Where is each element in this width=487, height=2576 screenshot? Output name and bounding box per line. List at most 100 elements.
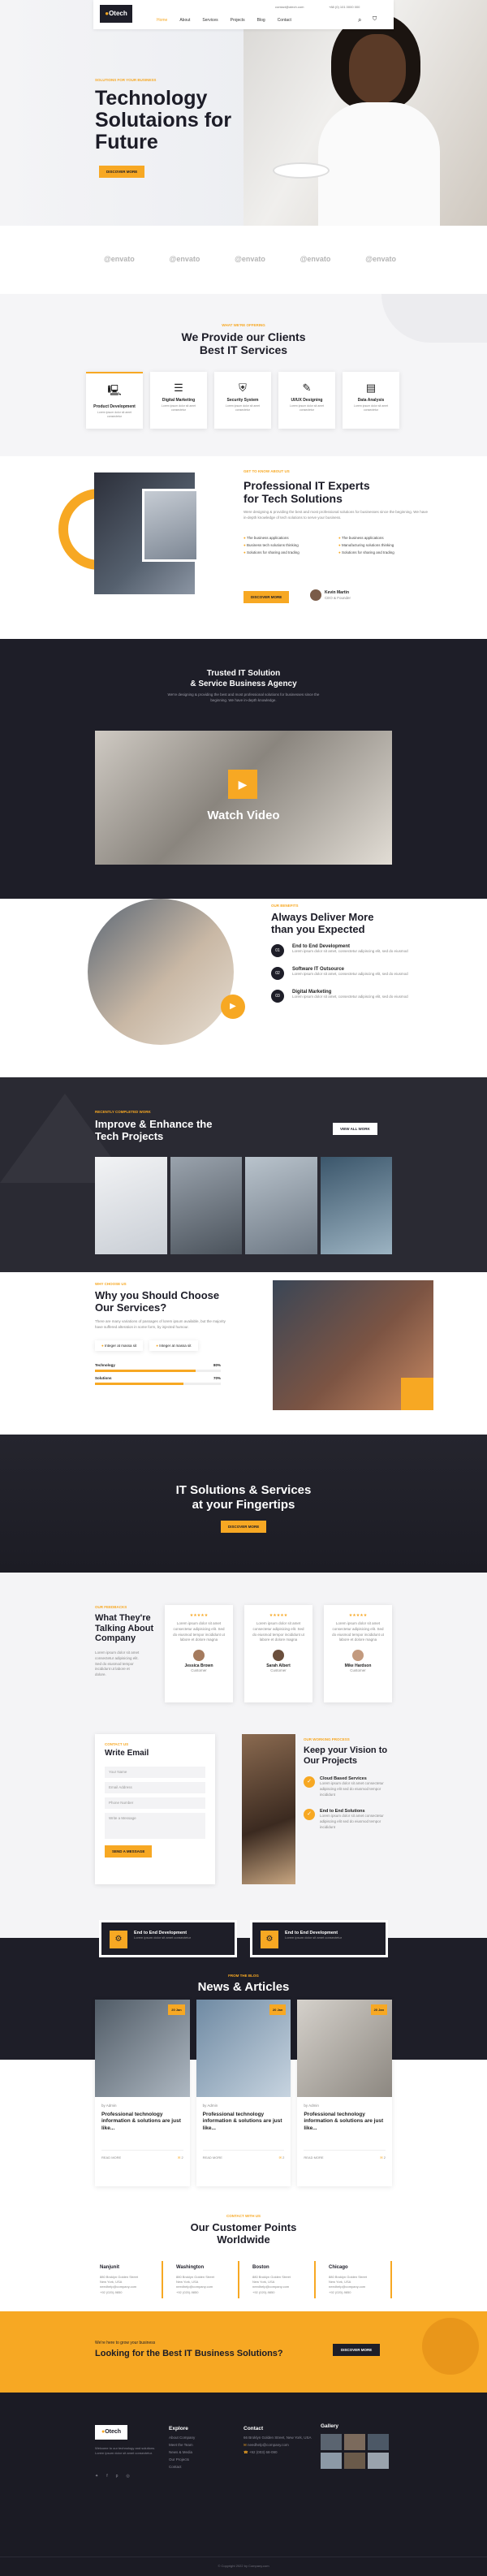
news-card[interactable]: 20 Jan by Admin Professional technology … [95, 2000, 190, 2186]
comment-icon: ✉ [380, 2155, 383, 2160]
star-rating: ★★★★★ [269, 1613, 288, 1618]
service-card[interactable]: ✎ UI/UX Designing Lorem ipsum dolor sit … [278, 372, 335, 429]
nav-email[interactable]: contact@otech.com [275, 5, 304, 9]
experts-cta-button[interactable]: DISCOVER MORE [244, 591, 290, 603]
banner-button[interactable]: DISCOVER MORE [333, 2344, 381, 2356]
nav-blog[interactable]: Blog [257, 18, 265, 23]
twitter-icon[interactable]: ✦ [95, 2474, 98, 2479]
read-more-link[interactable]: READ MORE [101, 2155, 121, 2160]
check-icon: ✓ [304, 1776, 315, 1788]
offices: Nanjunit 880 Broklyn Golden Street New Yo… [95, 2261, 392, 2299]
name-field[interactable]: Your Name [105, 1766, 205, 1778]
service-card[interactable]: ☰ Digital Marketing Lorem ipsum dolor si… [150, 372, 207, 429]
services-grid: 🖳 Product Development Lorem ipsum dolor … [86, 372, 401, 429]
check-icon: ● [244, 550, 246, 554]
email-field[interactable]: Email Address [105, 1781, 205, 1793]
nav-phone[interactable]: +88 (0) 101 0000 000 [329, 5, 360, 9]
service-card[interactable]: ▤ Data Analysis Lorem ipsum dolor sit am… [343, 372, 399, 429]
feature-card[interactable]: ⚙ End to End Development Lorem ipsum dolo… [250, 1920, 388, 1957]
gallery-thumb[interactable] [344, 2453, 365, 2469]
check-icon: ● [156, 1344, 158, 1348]
contact-form: CONTACT US Write Email Your Name Email A… [95, 1734, 215, 1884]
search-icon[interactable]: ⌕ [358, 16, 361, 24]
service-card[interactable]: ⛨ Security System Lorem ipsum dolor sit … [214, 372, 271, 429]
logo[interactable]: ●Otech [100, 5, 132, 23]
nav-contact[interactable]: Contact [278, 18, 291, 23]
cta-band-button[interactable]: DISCOVER MORE [221, 1521, 267, 1533]
footer-link[interactable]: Contact [169, 2463, 195, 2470]
news-card[interactable]: 20 Jan by Admin Professional technology … [297, 2000, 393, 2186]
view-all-work-button[interactable]: VIEW ALL WORK [333, 1123, 377, 1135]
deliver-title: Always Deliver More than you Expected [271, 911, 374, 935]
office-card: Nanjunit 880 Broklyn Golden Street New Yo… [95, 2261, 163, 2299]
footer-link[interactable]: Meet the Team [169, 2441, 195, 2449]
gallery-thumb[interactable] [321, 2453, 342, 2469]
gallery-thumb[interactable] [321, 2434, 342, 2450]
gallery-thumb[interactable] [368, 2434, 389, 2450]
feature-card[interactable]: ⚙ End to End Development Lorem ipsum dolo… [99, 1920, 237, 1957]
hero-section: ●Otech Home About Services Projects Blog… [0, 0, 487, 226]
nav-services[interactable]: Services [202, 18, 218, 23]
instagram-icon[interactable]: ◎ [126, 2474, 129, 2479]
copyright: © Copyright 2022 by Company.com [0, 2557, 487, 2568]
nav-about[interactable]: About [179, 18, 190, 23]
services-title: We Provide our Clients Best IT Services [181, 330, 306, 357]
nav-home[interactable]: Home [157, 18, 167, 23]
banner-small-text: We're here to grow your business [95, 2341, 156, 2345]
check-icon: ● [338, 536, 341, 540]
footer-logo[interactable]: ●Otech [95, 2425, 127, 2440]
footer-link[interactable]: News & Media [169, 2449, 195, 2456]
nav-projects[interactable]: Projects [231, 18, 245, 23]
video-thumbnail[interactable]: ▶ Watch Video [95, 731, 392, 865]
gallery-thumb[interactable] [344, 2434, 365, 2450]
pinterest-icon[interactable]: p [116, 2474, 119, 2479]
why-title: Why you Should Choose Our Services? [95, 1289, 220, 1314]
news-cards: 20 Jan by Admin Professional technology … [95, 2000, 393, 2186]
cta-band-section: IT Solutions & Services at your Fingertip… [0, 1435, 487, 1573]
read-more-link[interactable]: READ MORE [304, 2155, 323, 2160]
phone-field[interactable]: Phone Number [105, 1797, 205, 1809]
news-title: News & Articles [197, 1980, 290, 1994]
comment-icon: ✉ [177, 2155, 181, 2160]
experts-person-name: Kevin Martin [325, 590, 350, 595]
why-tag: WHY CHOOSE US [95, 1282, 127, 1286]
feature-cards-section: ⚙ End to End Development Lorem ipsum dolo… [0, 1914, 487, 1962]
cart-icon[interactable]: ⛉ [373, 16, 377, 23]
avatar [273, 1650, 284, 1661]
check-icon: ✓ [304, 1809, 315, 1821]
project-image[interactable] [170, 1157, 242, 1254]
play-button[interactable]: ▶ [221, 995, 245, 1019]
experts-photo-inset [142, 489, 199, 562]
marketing-icon: ☰ [174, 382, 183, 394]
send-message-button[interactable]: SEND A MESSAGE [105, 1845, 153, 1858]
footer-link[interactable]: Our Projects [169, 2456, 195, 2463]
gallery-thumb[interactable] [368, 2453, 389, 2469]
video-section: Trusted IT Solution & Service Business Ag… [0, 639, 487, 899]
watch-video-label[interactable]: Watch Video [95, 809, 392, 822]
hero-photo [244, 0, 487, 226]
footer-link[interactable]: About Company [169, 2434, 195, 2441]
testimonial-card: ★★★★★ Lorem ipsum dolor sit amet consect… [244, 1605, 312, 1702]
testimonials-desc: Lorem ipsum dolor sit amet consectetur a… [95, 1650, 140, 1676]
footer-email[interactable]: ✉ needhelp@company.com [244, 2441, 317, 2449]
project-image[interactable] [245, 1157, 317, 1254]
read-more-link[interactable]: READ MORE [203, 2155, 222, 2160]
message-field[interactable]: Write a Message [105, 1812, 205, 1839]
progress-solutions: Solutions 70% [95, 1376, 221, 1385]
testimonials-title: What They're Talking About Company [95, 1613, 154, 1644]
footer: ●Otech Welcome to our technology and sol… [0, 2393, 487, 2576]
robot-decoration [422, 2318, 479, 2375]
experts-person-role: CEO & Founder [325, 596, 351, 600]
projects-section: RECENTLY COMPLETED WORK Improve & Enhanc… [0, 1077, 487, 1272]
footer-phone[interactable]: ☎ +92 (003) 68-090 [244, 2449, 317, 2456]
service-card[interactable]: 🖳 Product Development Lorem ipsum dolor … [86, 372, 143, 429]
play-button[interactable]: ▶ [228, 770, 257, 799]
hero-cta-button[interactable]: DISCOVER MORE [99, 166, 145, 178]
top-bar: ●Otech Home About Services Projects Blog… [93, 0, 394, 29]
contact-title: Write Email [105, 1749, 149, 1758]
project-image[interactable] [95, 1157, 167, 1254]
project-image[interactable] [320, 1157, 392, 1254]
news-card[interactable]: 20 Jan by Admin Professional technology … [196, 2000, 291, 2186]
number-badge: 02 [271, 967, 284, 980]
facebook-icon[interactable]: f [106, 2474, 107, 2479]
